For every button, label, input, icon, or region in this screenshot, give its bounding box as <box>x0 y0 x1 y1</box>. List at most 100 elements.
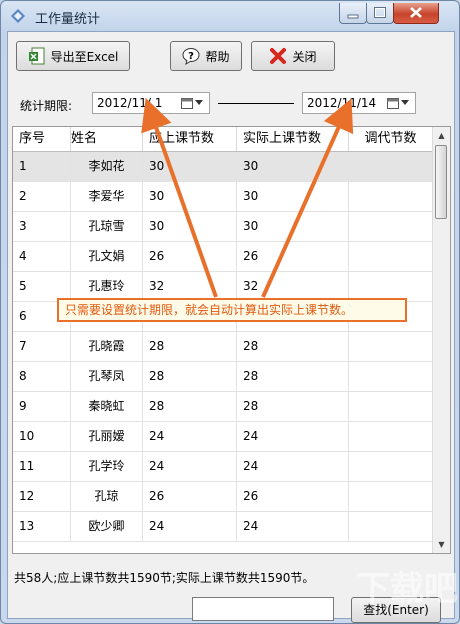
table-row[interactable]: 11 孔学玲 24 24 <box>13 452 433 482</box>
window-title: 工作量统计 <box>35 12 101 27</box>
row-actual[interactable]: 32 <box>237 272 349 301</box>
table-row[interactable]: 13 欧少卿 24 24 <box>13 512 433 542</box>
maximize-icon <box>374 7 386 18</box>
range-separator <box>218 103 294 104</box>
table-row[interactable]: 12 孔琼 26 26 <box>13 482 433 512</box>
table-row[interactable]: 4 孔文娟 26 26 <box>13 242 433 272</box>
row-planned[interactable]: 28 <box>143 332 237 361</box>
row-no[interactable]: 5 <box>13 272 71 301</box>
vertical-scrollbar[interactable]: ▲ ▼ <box>432 127 450 553</box>
row-name[interactable]: 孔晓霞 <box>71 332 143 361</box>
export-excel-button[interactable]: 导出至Excel <box>16 41 130 71</box>
table-row[interactable]: 1 李如花 30 30 <box>13 152 433 182</box>
row-substitute[interactable] <box>349 212 433 241</box>
table-row[interactable]: 10 孔丽嫒 24 24 <box>13 422 433 452</box>
row-actual[interactable]: 26 <box>237 482 349 511</box>
row-no[interactable]: 9 <box>13 392 71 421</box>
scroll-thumb[interactable] <box>435 145 447 219</box>
row-actual[interactable]: 24 <box>237 422 349 451</box>
row-substitute[interactable] <box>349 512 433 541</box>
row-actual[interactable]: 28 <box>237 332 349 361</box>
header-name[interactable]: 姓名 <box>71 127 143 151</box>
row-name[interactable]: 孔惠玲 <box>71 272 143 301</box>
table-row[interactable]: 8 孔琴凤 28 28 <box>13 362 433 392</box>
row-name[interactable]: 孔琴凤 <box>71 362 143 391</box>
row-name[interactable]: 孔丽嫒 <box>71 422 143 451</box>
row-name[interactable]: 孔琼雪 <box>71 212 143 241</box>
row-no[interactable]: 1 <box>13 152 71 181</box>
row-planned[interactable]: 30 <box>143 212 237 241</box>
row-no[interactable]: 12 <box>13 482 71 511</box>
row-actual[interactable]: 30 <box>237 212 349 241</box>
row-planned[interactable]: 32 <box>143 272 237 301</box>
row-no[interactable]: 11 <box>13 452 71 481</box>
row-planned[interactable]: 26 <box>143 242 237 271</box>
find-input[interactable] <box>192 597 334 621</box>
row-no[interactable]: 4 <box>13 242 71 271</box>
row-name[interactable]: 李爱华 <box>71 182 143 211</box>
row-planned[interactable]: 24 <box>143 512 237 541</box>
date-from-picker[interactable]: 2012/11/ 1 <box>92 92 210 114</box>
row-name[interactable]: 孔学玲 <box>71 452 143 481</box>
date-to-picker[interactable]: 2012/11/14 <box>302 92 416 114</box>
header-no[interactable]: 序号 <box>13 127 71 151</box>
row-actual[interactable]: 24 <box>237 512 349 541</box>
row-planned[interactable]: 24 <box>143 452 237 481</box>
header-substitute[interactable]: 调代节数 <box>349 127 433 151</box>
row-substitute[interactable] <box>349 332 433 361</box>
row-planned[interactable]: 24 <box>143 422 237 451</box>
minimize-button[interactable] <box>339 3 367 24</box>
title-bar[interactable]: 工作量统计 <box>1 1 459 31</box>
table-row[interactable]: 7 孔晓霞 28 28 <box>13 332 433 362</box>
row-actual[interactable]: 24 <box>237 452 349 481</box>
workload-table[interactable]: 序号 姓名 应上课节数 实际上课节数 调代节数 1 李如花 30 30 2 李爱华 30 30… <box>12 126 451 554</box>
scroll-down-icon[interactable]: ▼ <box>433 536 450 553</box>
row-no[interactable]: 3 <box>13 212 71 241</box>
row-name[interactable]: 孔琼 <box>71 482 143 511</box>
row-substitute[interactable] <box>349 452 433 481</box>
table-row[interactable]: 3 孔琼雪 30 30 <box>13 212 433 242</box>
row-substitute[interactable] <box>349 362 433 391</box>
calendar-dropdown-icon[interactable] <box>387 96 411 110</box>
excel-icon <box>28 47 45 65</box>
header-planned[interactable]: 应上课节数 <box>143 127 237 151</box>
row-substitute[interactable] <box>349 152 433 181</box>
row-planned[interactable]: 26 <box>143 482 237 511</box>
header-actual[interactable]: 实际上课节数 <box>237 127 349 151</box>
row-name[interactable]: 孔文娟 <box>71 242 143 271</box>
table-row[interactable]: 2 李爱华 30 30 <box>13 182 433 212</box>
close-button[interactable]: 关闭 <box>251 41 335 71</box>
row-no[interactable]: 10 <box>13 422 71 451</box>
table-row[interactable]: 9 秦晓虹 28 28 <box>13 392 433 422</box>
row-no[interactable]: 7 <box>13 332 71 361</box>
row-planned[interactable]: 30 <box>143 182 237 211</box>
row-substitute[interactable] <box>349 422 433 451</box>
row-no[interactable]: 13 <box>13 512 71 541</box>
row-actual[interactable]: 26 <box>237 242 349 271</box>
row-substitute[interactable] <box>349 182 433 211</box>
row-substitute[interactable] <box>349 272 433 301</box>
row-substitute[interactable] <box>349 242 433 271</box>
maximize-button[interactable] <box>366 3 394 24</box>
row-actual[interactable]: 28 <box>237 392 349 421</box>
row-planned[interactable]: 30 <box>143 152 237 181</box>
row-substitute[interactable] <box>349 392 433 421</box>
calendar-dropdown-icon[interactable] <box>181 96 205 110</box>
row-actual[interactable]: 28 <box>237 362 349 391</box>
row-planned[interactable]: 28 <box>143 392 237 421</box>
close-icon <box>410 7 422 18</box>
row-planned[interactable]: 28 <box>143 362 237 391</box>
row-no[interactable]: 8 <box>13 362 71 391</box>
help-icon: ? <box>182 48 200 65</box>
scroll-up-icon[interactable]: ▲ <box>433 127 450 144</box>
row-actual[interactable]: 30 <box>237 182 349 211</box>
help-button[interactable]: ? 帮助 <box>170 41 242 71</box>
row-no[interactable]: 2 <box>13 182 71 211</box>
row-name[interactable]: 秦晓虹 <box>71 392 143 421</box>
row-substitute[interactable] <box>349 482 433 511</box>
row-name[interactable]: 李如花 <box>71 152 143 181</box>
window-close-button[interactable] <box>393 3 439 24</box>
annotation-callout: 只需要设置统计期限，就会自动计算出实际上课节数。 <box>57 298 407 322</box>
row-name[interactable]: 欧少卿 <box>71 512 143 541</box>
row-actual[interactable]: 30 <box>237 152 349 181</box>
